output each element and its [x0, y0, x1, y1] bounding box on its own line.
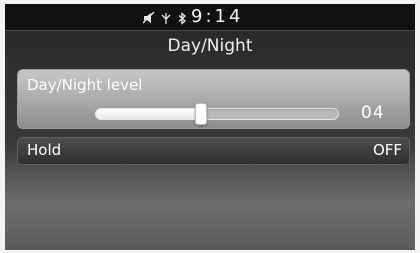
day-night-level-panel[interactable]: Day/Night level 04: [17, 69, 410, 129]
phone-signal-icon: [161, 12, 171, 25]
mute-icon: [143, 12, 155, 24]
day-night-level-label: Day/Night level: [27, 76, 143, 94]
display-screen: 9:14 Day/Night Day/Night level 04 Hold O…: [5, 4, 415, 250]
status-bar: 9:14: [5, 4, 415, 31]
day-night-level-value: 04: [361, 103, 385, 123]
slider-fill: [96, 109, 200, 119]
hold-setting-row[interactable]: Hold OFF: [17, 137, 410, 165]
status-icons: [143, 9, 187, 27]
hold-value: OFF: [372, 141, 402, 159]
hold-label: Hold: [27, 141, 62, 159]
clock: 9:14: [191, 6, 244, 27]
page-title: Day/Night: [167, 36, 253, 56]
slider-thumb[interactable]: [195, 103, 207, 125]
bluetooth-icon: [177, 11, 187, 25]
day-night-level-slider[interactable]: [95, 103, 339, 125]
